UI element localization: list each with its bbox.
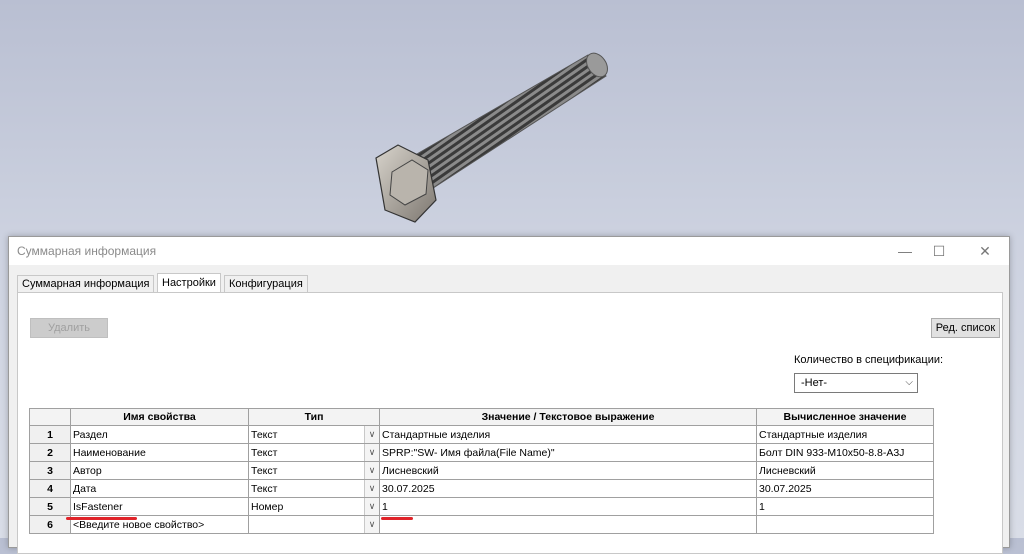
edit-list-button[interactable]: Ред. список [931, 318, 1000, 338]
type-value: Номер [251, 500, 284, 513]
table-row[interactable]: 5 IsFastener Номер ∨ 1 1 [29, 497, 934, 516]
computed-cell: Болт DIN 933-M10x50-8.8-A3J [756, 443, 934, 462]
value-cell[interactable]: 1 [379, 497, 757, 516]
type-cell[interactable]: ∨ [248, 515, 380, 534]
value-cell[interactable]: Стандартные изделия [379, 425, 757, 444]
type-value: Текст [251, 464, 278, 477]
properties-table: Имя свойства Тип Значение / Текстовое вы… [29, 408, 934, 534]
table-row[interactable]: 2 Наименование Текст ∨ SPRP:"SW- Имя файл… [29, 443, 934, 462]
value-cell[interactable]: 30.07.2025 [379, 479, 757, 498]
type-cell[interactable]: Текст ∨ [248, 461, 380, 480]
type-cell[interactable]: Текст ∨ [248, 425, 380, 444]
table-row[interactable]: 4 Дата Текст ∨ 30.07.2025 30.07.2025 [29, 479, 934, 498]
type-cell[interactable]: Текст ∨ [248, 443, 380, 462]
chevron-down-icon[interactable]: ∨ [364, 516, 379, 533]
maximize-icon[interactable]: ☐ [919, 237, 959, 265]
type-value: Текст [251, 446, 278, 459]
chevron-down-icon: ⌵ [905, 377, 913, 388]
value-cell[interactable]: SPRP:"SW- Имя файла(File Name)" [379, 443, 757, 462]
chevron-down-icon[interactable]: ∨ [364, 444, 379, 461]
table-row-new[interactable]: 6 <Введите новое свойство> ∨ [29, 515, 934, 534]
computed-cell: 1 [756, 497, 934, 516]
type-value: Текст [251, 482, 278, 495]
tab-configuration[interactable]: Конфигурация [224, 275, 308, 292]
tab-summary[interactable]: Суммарная информация [17, 275, 155, 292]
table-header-row: Имя свойства Тип Значение / Текстовое вы… [29, 408, 934, 426]
header-type: Тип [248, 408, 380, 426]
row-number: 5 [29, 497, 71, 516]
chevron-down-icon[interactable]: ∨ [364, 462, 379, 479]
type-value: Текст [251, 428, 278, 441]
header-computed: Вычисленное значение [756, 408, 934, 426]
header-number [29, 408, 71, 426]
row-number: 4 [29, 479, 71, 498]
type-cell[interactable]: Номер ∨ [248, 497, 380, 516]
row-number: 3 [29, 461, 71, 480]
computed-cell [756, 515, 934, 534]
tab-settings[interactable]: Настройки [157, 273, 221, 293]
row-number: 2 [29, 443, 71, 462]
table-row[interactable]: 3 Автор Текст ∨ Лисневский Лисневский [29, 461, 934, 480]
chevron-down-icon[interactable]: ∨ [364, 426, 379, 443]
property-name-cell[interactable]: Дата [70, 479, 249, 498]
annotation-underline-value [381, 517, 413, 520]
summary-info-dialog: Суммарная информация — ☐ ✕ Суммарная инф… [8, 236, 1010, 554]
settings-pane: Удалить Количество в спецификации: -Нет-… [17, 292, 1003, 554]
header-value: Значение / Текстовое выражение [379, 408, 757, 426]
header-property-name: Имя свойства [70, 408, 249, 426]
value-cell[interactable]: Лисневский [379, 461, 757, 480]
delete-button[interactable]: Удалить [30, 318, 108, 338]
row-number: 1 [29, 425, 71, 444]
chevron-down-icon[interactable]: ∨ [364, 498, 379, 515]
dialog-title: Суммарная информация [17, 244, 157, 258]
property-name-cell[interactable]: Наименование [70, 443, 249, 462]
bolt-model [375, 52, 608, 223]
property-name-cell[interactable]: Раздел [70, 425, 249, 444]
row-number: 6 [29, 515, 71, 534]
3d-viewport[interactable] [0, 0, 1024, 238]
quantity-value: -Нет- [801, 377, 828, 389]
annotation-underline-name [66, 517, 137, 520]
table-row[interactable]: 1 Раздел Текст ∨ Стандартные изделия Стан… [29, 425, 934, 444]
chevron-down-icon[interactable]: ∨ [364, 480, 379, 497]
property-name-cell[interactable]: Автор [70, 461, 249, 480]
title-bar: Суммарная информация — ☐ ✕ [9, 237, 1009, 265]
quantity-select[interactable]: -Нет- ⌵ [794, 373, 918, 393]
quantity-label: Количество в спецификации: [794, 354, 944, 366]
computed-cell: Стандартные изделия [756, 425, 934, 444]
computed-cell: 30.07.2025 [756, 479, 934, 498]
value-cell[interactable] [379, 515, 757, 534]
close-icon[interactable]: ✕ [965, 237, 1005, 265]
property-name-cell[interactable]: IsFastener [70, 497, 249, 516]
computed-cell: Лисневский [756, 461, 934, 480]
type-cell[interactable]: Текст ∨ [248, 479, 380, 498]
